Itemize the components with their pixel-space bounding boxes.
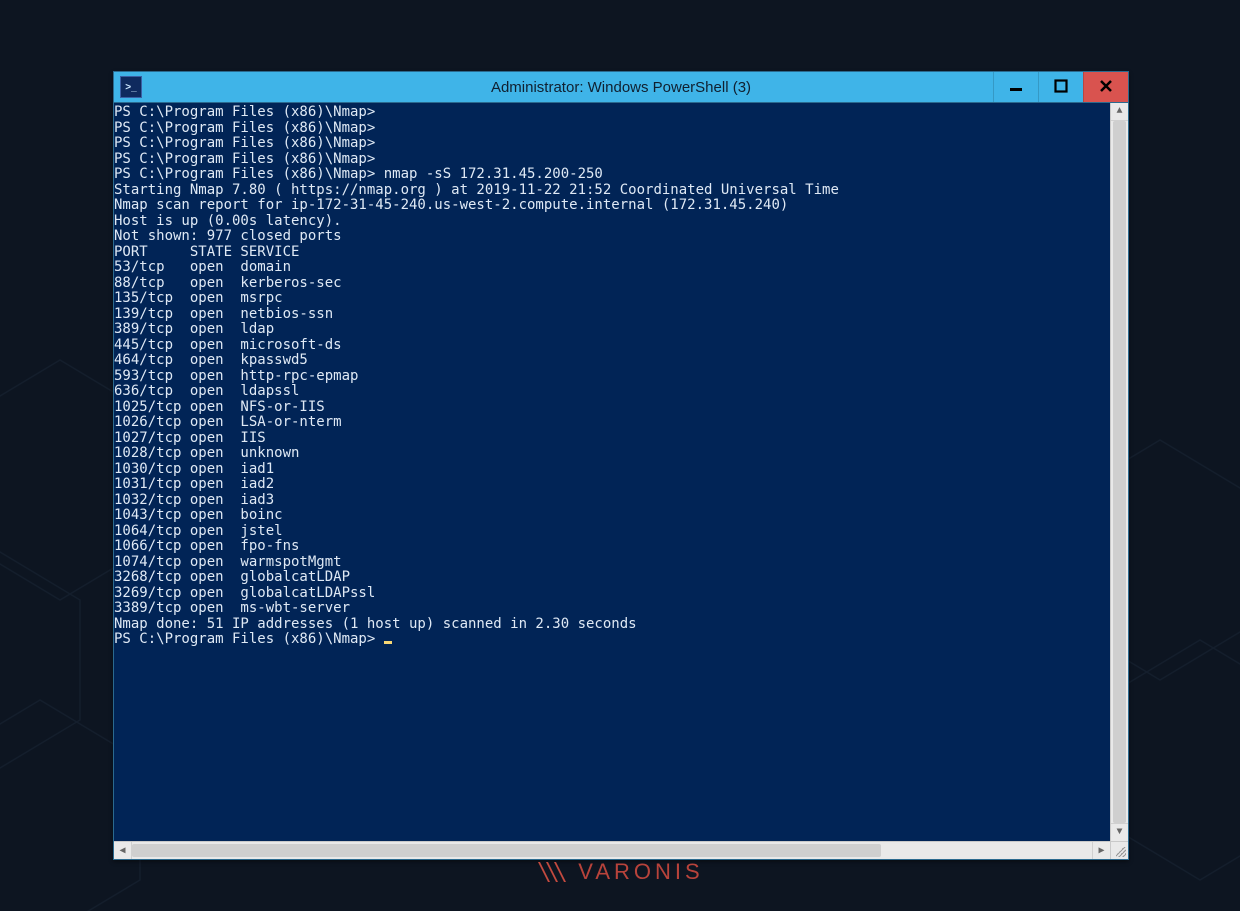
terminal-line: PS C:\Program Files (x86)\Nmap> — [114, 105, 1110, 121]
terminal-line: 1032/tcp open iad3 — [114, 493, 1110, 509]
terminal-line: Starting Nmap 7.80 ( https://nmap.org ) … — [114, 183, 1110, 199]
terminal-line: 1030/tcp open iad1 — [114, 462, 1110, 478]
horizontal-scroll-track[interactable] — [132, 842, 1092, 859]
window-body: PS C:\Program Files (x86)\Nmap>PS C:\Pro… — [114, 103, 1128, 841]
terminal-line: 389/tcp open ldap — [114, 322, 1110, 338]
terminal-line: 1066/tcp open fpo-fns — [114, 539, 1110, 555]
terminal-line: 88/tcp open kerberos-sec — [114, 276, 1110, 292]
terminal-line: Not shown: 977 closed ports — [114, 229, 1110, 245]
maximize-button[interactable] — [1038, 72, 1083, 102]
terminal-line: PS C:\Program Files (x86)\Nmap> — [114, 136, 1110, 152]
vertical-scroll-thumb[interactable] — [1113, 121, 1126, 823]
terminal-line: Nmap done: 51 IP addresses (1 host up) s… — [114, 617, 1110, 633]
terminal-line: 53/tcp open domain — [114, 260, 1110, 276]
scroll-up-arrow-icon[interactable]: ▲ — [1111, 103, 1128, 121]
horizontal-scroll-thumb[interactable] — [132, 844, 881, 857]
brand-name: VARONIS — [578, 859, 703, 885]
brand-footer: VARONIS — [0, 859, 1240, 889]
terminal-line: 3269/tcp open globalcatLDAPssl — [114, 586, 1110, 602]
terminal-line: 1025/tcp open NFS-or-IIS — [114, 400, 1110, 416]
scroll-right-arrow-icon[interactable]: ▶ — [1092, 842, 1110, 859]
terminal-line: 1031/tcp open iad2 — [114, 477, 1110, 493]
powershell-icon: >_ — [120, 76, 142, 98]
terminal-line: Host is up (0.00s latency). — [114, 214, 1110, 230]
terminal-line: 464/tcp open kpasswd5 — [114, 353, 1110, 369]
terminal-line: 1027/tcp open IIS — [114, 431, 1110, 447]
vertical-scroll-track[interactable] — [1111, 121, 1128, 823]
horizontal-scroll-row: ◀ ▶ — [114, 841, 1128, 859]
scroll-left-arrow-icon[interactable]: ◀ — [114, 842, 132, 859]
terminal-line: 593/tcp open http-rpc-epmap — [114, 369, 1110, 385]
terminal-line: 1074/tcp open warmspotMgmt — [114, 555, 1110, 571]
terminal-line: 3389/tcp open ms-wbt-server — [114, 601, 1110, 617]
terminal-line: 135/tcp open msrpc — [114, 291, 1110, 307]
terminal-line: 1028/tcp open unknown — [114, 446, 1110, 462]
terminal-line: Nmap scan report for ip-172-31-45-240.us… — [114, 198, 1110, 214]
scroll-down-arrow-icon[interactable]: ▼ — [1111, 823, 1128, 841]
maximize-icon — [1054, 79, 1068, 96]
terminal-line: 1026/tcp open LSA-or-nterm — [114, 415, 1110, 431]
brand-logo: VARONIS — [536, 859, 703, 885]
close-button[interactable] — [1083, 72, 1128, 102]
varonis-mark-icon — [536, 860, 570, 884]
terminal-line: 1043/tcp open boinc — [114, 508, 1110, 524]
powershell-window: >_ Administrator: Windows PowerShell (3)… — [113, 71, 1129, 860]
terminal-line: 1064/tcp open jstel — [114, 524, 1110, 540]
terminal-line: 3268/tcp open globalcatLDAP — [114, 570, 1110, 586]
terminal-line: PS C:\Program Files (x86)\Nmap> — [114, 632, 1110, 648]
terminal-line: 139/tcp open netbios-ssn — [114, 307, 1110, 323]
terminal-line: PS C:\Program Files (x86)\Nmap> nmap -sS… — [114, 167, 1110, 183]
terminal-line: PS C:\Program Files (x86)\Nmap> — [114, 152, 1110, 168]
titlebar[interactable]: >_ Administrator: Windows PowerShell (3) — [114, 72, 1128, 103]
terminal-line: 636/tcp open ldapssl — [114, 384, 1110, 400]
vertical-scrollbar[interactable]: ▲ ▼ — [1110, 103, 1128, 841]
terminal-line: PORT STATE SERVICE — [114, 245, 1110, 261]
cursor — [384, 641, 392, 644]
minimize-icon — [1009, 79, 1023, 96]
terminal-output[interactable]: PS C:\Program Files (x86)\Nmap>PS C:\Pro… — [114, 103, 1110, 841]
resize-grip[interactable] — [1110, 841, 1128, 859]
close-icon — [1099, 79, 1113, 96]
window-controls — [993, 72, 1128, 102]
minimize-button[interactable] — [993, 72, 1038, 102]
terminal-line: 445/tcp open microsoft-ds — [114, 338, 1110, 354]
horizontal-scrollbar[interactable]: ◀ ▶ — [114, 841, 1110, 859]
window-title: Administrator: Windows PowerShell (3) — [114, 79, 1128, 96]
terminal-line: PS C:\Program Files (x86)\Nmap> — [114, 121, 1110, 137]
